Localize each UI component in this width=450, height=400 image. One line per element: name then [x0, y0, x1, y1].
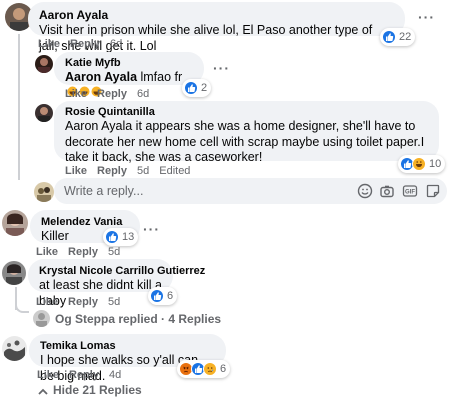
comment-actions: Like Reply 6d	[65, 88, 159, 101]
timestamp[interactable]: 5d	[108, 246, 120, 258]
reaction-count: 22	[399, 31, 412, 43]
camera-icon[interactable]	[379, 183, 395, 199]
reaction-count: 13	[122, 231, 135, 243]
reaction-count: 6	[220, 363, 227, 375]
comment-author[interactable]: Aaron Ayala	[39, 8, 394, 23]
timestamp[interactable]: 4d	[109, 369, 121, 381]
reaction-summary[interactable]: 6	[148, 287, 178, 305]
edited-label[interactable]: Edited	[159, 165, 190, 177]
more-dots-icon[interactable]: ···	[418, 10, 435, 24]
reply-button[interactable]: Reply	[68, 246, 98, 258]
comment-actions: Like Reply 5d	[36, 246, 130, 259]
reaction-summary[interactable]: 22	[380, 28, 416, 46]
avatar[interactable]	[35, 55, 53, 73]
comment-bubble: Krystal Nicole Carrillo Gutierrez at lea…	[28, 259, 205, 308]
reaction-count: 10	[429, 158, 442, 170]
mention-link[interactable]: Aaron Ayala	[65, 70, 137, 84]
timestamp[interactable]: 6d	[137, 88, 149, 100]
comment-author[interactable]: Temika Lomas	[40, 340, 215, 353]
like-button[interactable]: Like	[37, 369, 59, 381]
like-button[interactable]: Like	[36, 246, 58, 258]
reaction-count: 2	[201, 82, 208, 94]
more-dots-icon[interactable]: ···	[143, 222, 160, 236]
emoji-icon[interactable]	[357, 183, 373, 199]
sticker-icon[interactable]	[425, 183, 441, 199]
comment-actions: Like Reply 4d	[37, 369, 131, 382]
comment-author[interactable]: Katie Myfb	[65, 57, 193, 70]
timestamp[interactable]: 6d	[110, 38, 122, 50]
svg-text:GIF: GIF	[405, 190, 415, 196]
avatar[interactable]	[34, 182, 54, 202]
comment-bubble: Katie Myfb Aaron Ayala lmfao fr	[54, 52, 204, 96]
reply-composer[interactable]: Write a reply... GIF	[54, 178, 447, 204]
sad-icon	[203, 362, 217, 376]
comment-actions: Like Reply 6d	[38, 38, 132, 51]
comment-text: Aaron Ayala it appears she was a home de…	[65, 119, 428, 166]
reaction-summary[interactable]: 2	[182, 79, 212, 97]
hide-replies-link[interactable]: Hide 21 Replies	[53, 383, 142, 397]
avatar[interactable]	[2, 336, 27, 361]
mention-link[interactable]: Aaron Ayala	[65, 119, 132, 133]
reaction-summary[interactable]: 13	[103, 228, 139, 246]
like-icon	[150, 289, 164, 303]
reply-button[interactable]: Reply	[69, 369, 99, 381]
avatar[interactable]	[35, 104, 53, 122]
timestamp[interactable]: 5d	[137, 165, 149, 177]
reply-button[interactable]: Reply	[97, 165, 127, 177]
reply-input[interactable]: Write a reply...	[64, 184, 143, 198]
like-button[interactable]: Like	[65, 88, 87, 100]
timestamp[interactable]: 5d	[108, 296, 120, 308]
like-button[interactable]: Like	[65, 165, 87, 177]
reply-button[interactable]: Reply	[68, 296, 98, 308]
reply-button[interactable]: Reply	[70, 38, 100, 50]
like-icon	[105, 230, 119, 244]
thread-line	[18, 34, 20, 180]
reaction-summary[interactable]: 6	[177, 360, 231, 378]
like-icon	[184, 81, 198, 95]
like-icon	[382, 30, 396, 44]
reaction-count: 6	[167, 290, 174, 302]
reply-arrow-icon	[15, 303, 29, 313]
more-dots-icon[interactable]: ···	[213, 61, 230, 75]
view-replies-link[interactable]: Og Steppa replied · 4 Replies	[55, 312, 221, 326]
like-button[interactable]: Like	[36, 296, 58, 308]
comment-actions: Like Reply 5d	[36, 296, 130, 309]
comment-body: lmfao fr	[137, 70, 183, 84]
comment-author[interactable]: Rosie Quintanilla	[65, 106, 428, 119]
avatar[interactable]	[33, 310, 50, 327]
chevron-up-icon[interactable]	[37, 384, 49, 395]
gif-icon[interactable]: GIF	[402, 183, 418, 199]
comment-bubble: Aaron Ayala Visit her in prison while sh…	[28, 2, 405, 53]
avatar[interactable]	[2, 210, 28, 236]
reaction-summary[interactable]: 10	[398, 155, 446, 173]
haha-icon	[412, 157, 426, 171]
like-button[interactable]: Like	[38, 38, 60, 50]
comment-author[interactable]: Krystal Nicole Carrillo Gutierrez	[39, 265, 205, 278]
comment-bubble: Rosie Quintanilla Aaron Ayala it appears…	[54, 101, 439, 164]
reply-button[interactable]: Reply	[97, 88, 127, 100]
comment-actions: Like Reply 5d Edited	[65, 165, 200, 178]
avatar[interactable]	[2, 261, 26, 285]
